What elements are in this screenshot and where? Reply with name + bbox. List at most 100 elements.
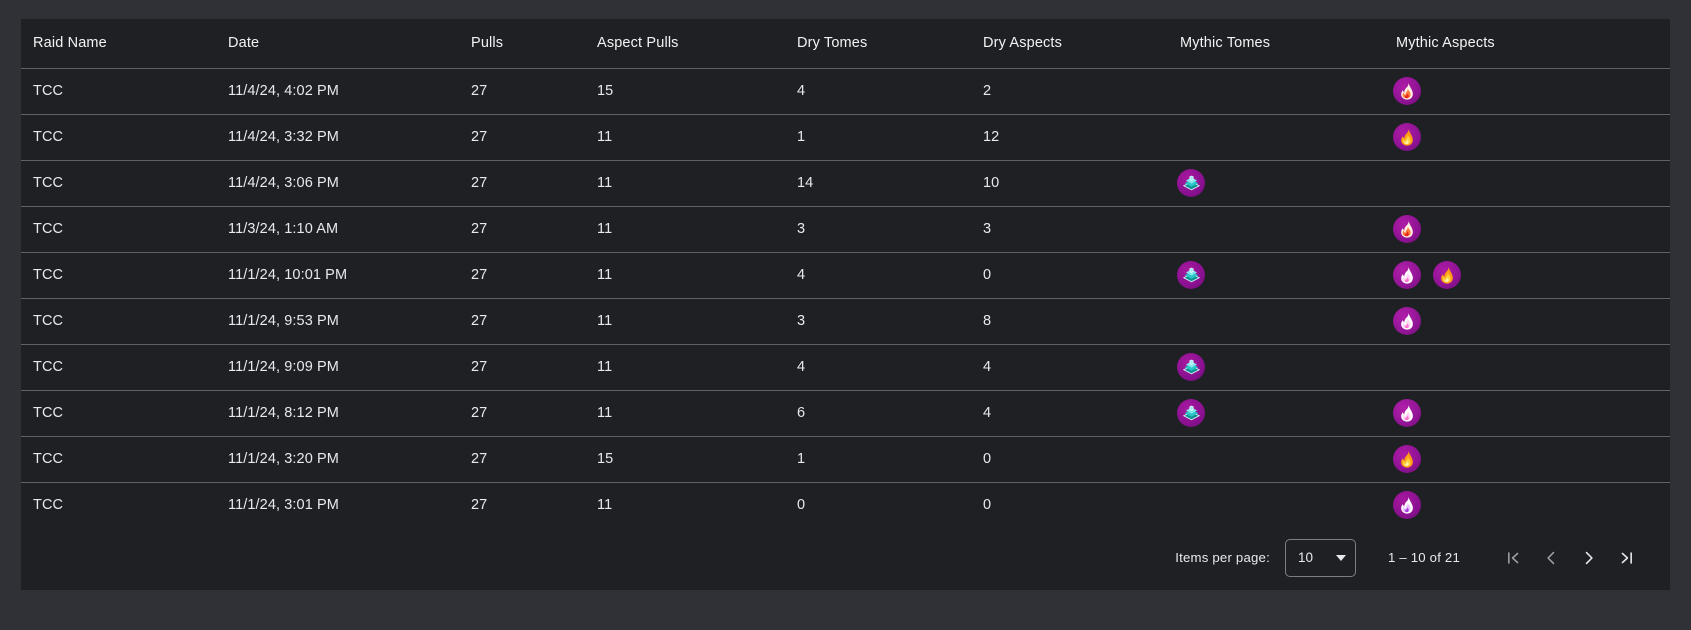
violet-flame-icon[interactable] xyxy=(1393,491,1421,519)
tome-icon[interactable] xyxy=(1177,353,1205,381)
cell-dry-aspects: 0 xyxy=(971,436,1168,483)
cell-date: 11/4/24, 3:06 PM xyxy=(216,160,459,207)
cell-dry-aspects: 0 xyxy=(971,482,1168,529)
cell-raid-name: TCC xyxy=(21,344,216,391)
column-header-dry-aspects[interactable]: Dry Aspects xyxy=(971,19,1168,69)
cell-dry-tomes: 0 xyxy=(785,482,971,529)
next-page-button[interactable] xyxy=(1570,539,1608,577)
icon-group xyxy=(1177,253,1384,298)
cell-raid-name: TCC xyxy=(21,160,216,207)
red-flame-icon[interactable] xyxy=(1393,77,1421,105)
tome-icon[interactable] xyxy=(1177,399,1205,427)
cell-pulls: 27 xyxy=(459,344,585,391)
cell-dry-tomes: 3 xyxy=(785,206,971,253)
cell-dry-tomes: 4 xyxy=(785,344,971,391)
icon-group xyxy=(1393,483,1670,528)
table-row[interactable]: TCC 11/1/24, 8:12 PM 27 11 6 4 xyxy=(21,390,1670,437)
table-row[interactable]: TCC 11/4/24, 4:02 PM 27 15 4 2 xyxy=(21,68,1670,115)
cell-dry-tomes: 1 xyxy=(785,436,971,483)
table-row[interactable]: TCC 11/4/24, 3:32 PM 27 11 1 12 xyxy=(21,114,1670,161)
pagination-range-label: 1 – 10 of 21 xyxy=(1387,550,1460,565)
red-flame-icon[interactable] xyxy=(1393,215,1421,243)
cell-pulls: 27 xyxy=(459,252,585,299)
icon-group xyxy=(1393,391,1670,436)
cell-date: 11/4/24, 3:32 PM xyxy=(216,114,459,161)
table-row[interactable]: TCC 11/1/24, 3:01 PM 27 11 0 0 xyxy=(21,482,1670,529)
cell-pulls: 27 xyxy=(459,114,585,161)
cell-mythic-tomes xyxy=(1168,482,1384,529)
cell-mythic-tomes xyxy=(1168,252,1384,299)
header-row: Raid Name Date Pulls Aspect Pulls Dry To… xyxy=(21,19,1670,69)
cell-aspect-pulls: 11 xyxy=(585,206,785,253)
table-header: Raid Name Date Pulls Aspect Pulls Dry To… xyxy=(21,19,1670,69)
cell-pulls: 27 xyxy=(459,436,585,483)
cell-date: 11/1/24, 10:01 PM xyxy=(216,252,459,299)
page-size-select[interactable]: 10 xyxy=(1284,538,1356,577)
tome-icon[interactable] xyxy=(1177,261,1205,289)
cell-dry-tomes: 14 xyxy=(785,160,971,207)
cell-mythic-tomes xyxy=(1168,344,1384,391)
first-page-button[interactable] xyxy=(1494,539,1532,577)
column-header-pulls[interactable]: Pulls xyxy=(459,19,585,69)
table-row[interactable]: TCC 11/3/24, 1:10 AM 27 11 3 3 xyxy=(21,206,1670,253)
cell-date: 11/4/24, 4:02 PM xyxy=(216,68,459,115)
cell-pulls: 27 xyxy=(459,390,585,437)
table-row[interactable]: TCC 11/4/24, 3:06 PM 27 11 14 10 xyxy=(21,160,1670,207)
page-size-value: 10 xyxy=(1297,550,1313,565)
orange-flame-icon[interactable] xyxy=(1433,261,1461,289)
column-header-mythic-tomes[interactable]: Mythic Tomes xyxy=(1168,19,1384,69)
previous-page-button[interactable] xyxy=(1532,539,1570,577)
pink-flame-icon[interactable] xyxy=(1393,261,1421,289)
cell-mythic-tomes xyxy=(1168,114,1384,161)
table-row[interactable]: TCC 11/1/24, 9:53 PM 27 11 3 8 xyxy=(21,298,1670,345)
column-header-raid-name[interactable]: Raid Name xyxy=(21,19,216,69)
cell-date: 11/1/24, 9:53 PM xyxy=(216,298,459,345)
cell-date: 11/1/24, 9:09 PM xyxy=(216,344,459,391)
cell-mythic-aspects xyxy=(1384,68,1670,115)
cell-raid-name: TCC xyxy=(21,436,216,483)
cell-pulls: 27 xyxy=(459,482,585,529)
last-page-icon xyxy=(1621,551,1632,564)
paginator: Items per page: 10 1 – 10 of 21 xyxy=(21,525,1670,590)
icon-group xyxy=(1177,161,1384,206)
previous-page-icon xyxy=(1547,551,1555,564)
cell-mythic-aspects xyxy=(1384,344,1670,391)
cell-dry-aspects: 2 xyxy=(971,68,1168,115)
cell-mythic-aspects xyxy=(1384,482,1670,529)
cell-mythic-aspects xyxy=(1384,206,1670,253)
column-header-mythic-aspects[interactable]: Mythic Aspects xyxy=(1384,19,1670,69)
column-header-date[interactable]: Date xyxy=(216,19,459,69)
cell-mythic-aspects xyxy=(1384,252,1670,299)
cell-raid-name: TCC xyxy=(21,298,216,345)
cell-pulls: 27 xyxy=(459,298,585,345)
cell-aspect-pulls: 15 xyxy=(585,436,785,483)
cell-mythic-aspects xyxy=(1384,160,1670,207)
raid-table-card: Raid Name Date Pulls Aspect Pulls Dry To… xyxy=(21,19,1670,590)
table-row[interactable]: TCC 11/1/24, 10:01 PM 27 11 4 0 xyxy=(21,252,1670,299)
pink-flame-icon[interactable] xyxy=(1393,307,1421,335)
orange-flame-icon[interactable] xyxy=(1393,123,1421,151)
cell-aspect-pulls: 11 xyxy=(585,390,785,437)
cell-aspect-pulls: 11 xyxy=(585,482,785,529)
tome-icon[interactable] xyxy=(1177,169,1205,197)
table-row[interactable]: TCC 11/1/24, 9:09 PM 27 11 4 4 xyxy=(21,344,1670,391)
items-per-page-label: Items per page: xyxy=(1175,550,1270,565)
cell-pulls: 27 xyxy=(459,206,585,253)
cell-mythic-aspects xyxy=(1384,436,1670,483)
cell-mythic-tomes xyxy=(1168,436,1384,483)
cell-aspect-pulls: 11 xyxy=(585,344,785,391)
column-header-aspect-pulls[interactable]: Aspect Pulls xyxy=(585,19,785,69)
table-row[interactable]: TCC 11/1/24, 3:20 PM 27 15 1 0 xyxy=(21,436,1670,483)
orange-flame-icon[interactable] xyxy=(1393,445,1421,473)
cell-raid-name: TCC xyxy=(21,390,216,437)
cell-date: 11/1/24, 8:12 PM xyxy=(216,390,459,437)
cell-date: 11/1/24, 3:20 PM xyxy=(216,436,459,483)
column-header-dry-tomes[interactable]: Dry Tomes xyxy=(785,19,971,69)
cell-dry-tomes: 4 xyxy=(785,252,971,299)
cell-mythic-aspects xyxy=(1384,390,1670,437)
icon-group xyxy=(1393,299,1670,344)
cell-raid-name: TCC xyxy=(21,482,216,529)
pink-flame-icon[interactable] xyxy=(1393,399,1421,427)
cell-mythic-tomes xyxy=(1168,160,1384,207)
last-page-button[interactable] xyxy=(1608,539,1646,577)
